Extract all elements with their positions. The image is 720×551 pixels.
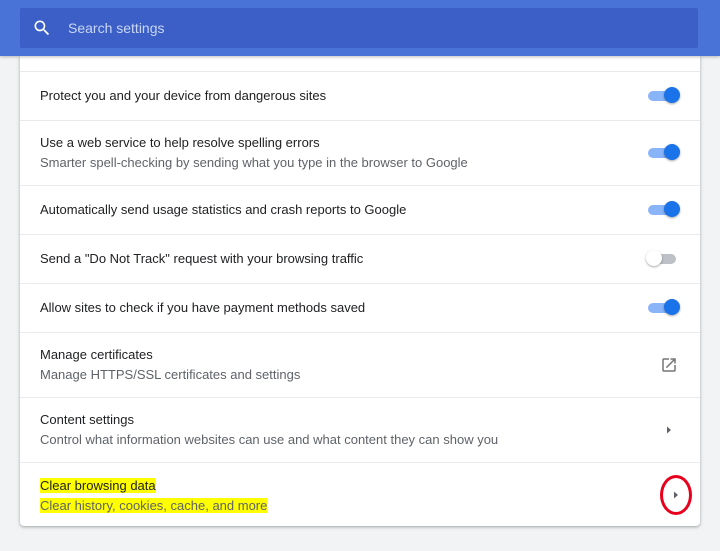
setting-label: Send a "Do Not Track" request with your …: [40, 251, 364, 266]
settings-card: Protect you and your device from dangero…: [20, 56, 700, 526]
setting-row-clear-browsing-data[interactable]: Clear browsing data Clear history, cooki…: [20, 463, 700, 526]
arrow-right-icon[interactable]: [665, 484, 687, 506]
open-in-new-icon[interactable]: [658, 354, 680, 376]
setting-row-spelling-service[interactable]: Use a web service to help resolve spelli…: [20, 121, 700, 186]
search-input[interactable]: [66, 19, 670, 37]
top-bar: [0, 0, 720, 56]
setting-description: Smarter spell-checking by sending what y…: [40, 155, 468, 170]
arrow-right-icon[interactable]: [658, 419, 680, 441]
setting-row-usage-statistics[interactable]: Automatically send usage statistics and …: [20, 186, 700, 235]
setting-label: Allow sites to check if you have payment…: [40, 300, 366, 315]
setting-label: Manage certificates: [40, 347, 153, 362]
usage-statistics-toggle[interactable]: [646, 201, 680, 219]
search-icon[interactable]: [32, 18, 52, 38]
previous-row-stub: [20, 56, 700, 72]
setting-description: Clear history, cookies, cache, and more: [40, 497, 268, 513]
setting-label: Clear browsing data: [40, 477, 156, 493]
setting-row-content-settings[interactable]: Content settings Control what informatio…: [20, 398, 700, 463]
setting-description: Control what information websites can us…: [40, 432, 499, 447]
setting-label: Automatically send usage statistics and …: [40, 202, 407, 217]
setting-row-manage-certificates[interactable]: Manage certificates Manage HTTPS/SSL cer…: [20, 333, 700, 398]
setting-row-do-not-track[interactable]: Send a "Do Not Track" request with your …: [20, 235, 700, 284]
do-not-track-toggle[interactable]: [646, 250, 680, 268]
setting-row-payment-methods[interactable]: Allow sites to check if you have payment…: [20, 284, 700, 333]
spelling-service-toggle[interactable]: [646, 144, 680, 162]
setting-label: Content settings: [40, 412, 134, 427]
setting-row-safe-browsing[interactable]: Protect you and your device from dangero…: [20, 72, 700, 121]
setting-label: Use a web service to help resolve spelli…: [40, 135, 320, 150]
setting-description: Manage HTTPS/SSL certificates and settin…: [40, 367, 301, 382]
payment-methods-toggle[interactable]: [646, 299, 680, 317]
annotation-circle: [660, 475, 692, 515]
search-box[interactable]: [20, 8, 698, 48]
setting-label: Protect you and your device from dangero…: [40, 88, 327, 103]
safe-browsing-toggle[interactable]: [646, 87, 680, 105]
